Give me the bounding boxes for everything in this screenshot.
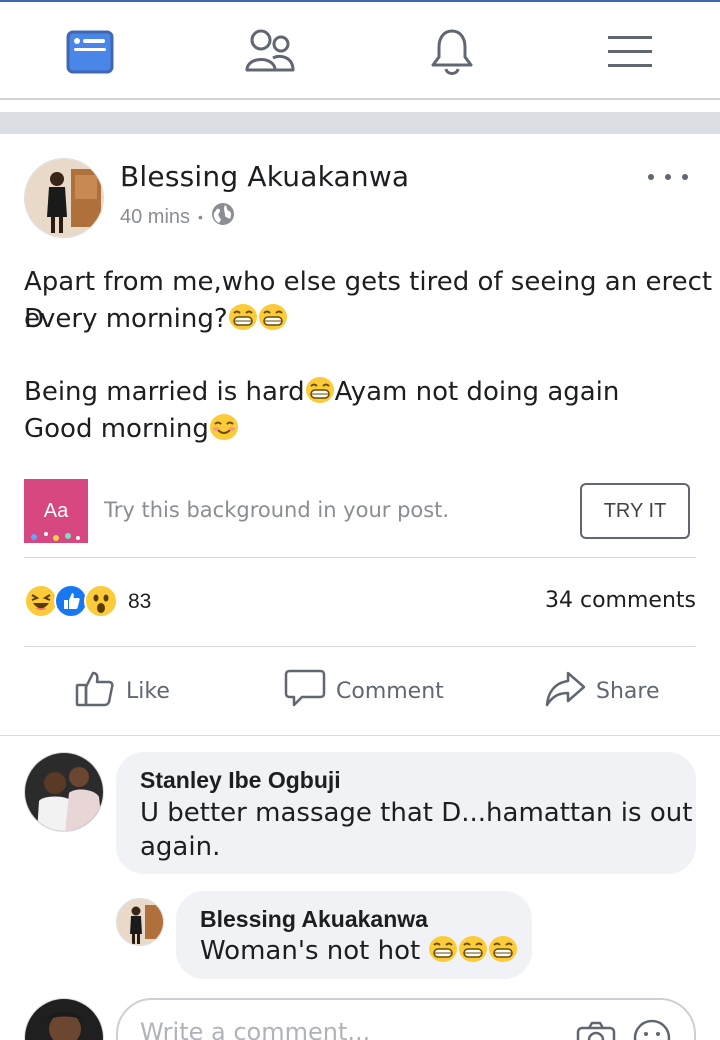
post-meta: 40 mins •: [120, 202, 235, 232]
stats-divider: [24, 646, 696, 647]
globe-icon: [211, 202, 235, 232]
like-button[interactable]: Like: [74, 668, 170, 714]
reply-text-content: Woman's not hot: [200, 936, 429, 966]
comment-text-line-1: U better massage that D...hamattan is ou…: [140, 798, 693, 828]
reaction-count[interactable]: 83: [128, 590, 151, 614]
feed-separator: [0, 112, 720, 134]
commenter-avatar[interactable]: [24, 752, 104, 832]
grinning-emoji-icon: [258, 303, 288, 331]
camera-icon[interactable]: [576, 1020, 616, 1040]
current-user-avatar[interactable]: [24, 998, 104, 1040]
post-timestamp[interactable]: 40 mins: [120, 206, 190, 229]
background-thumbnail[interactable]: Aa: [24, 479, 88, 543]
top-navigation-bar: [0, 2, 720, 100]
share-arrow-icon: [544, 667, 586, 715]
nav-notifications[interactable]: [422, 24, 482, 80]
share-button[interactable]: Share: [544, 668, 660, 714]
like-label: Like: [126, 678, 170, 704]
more-dot-icon: [665, 174, 671, 180]
comments-count-link[interactable]: 34 comments: [545, 588, 696, 613]
post-text-line-2: every morning?: [24, 301, 288, 338]
post-text-line-2-text: every morning?: [24, 304, 228, 334]
laughing-reaction-icon: [24, 584, 58, 618]
post-options-button[interactable]: [648, 168, 688, 186]
actions-divider: [0, 735, 720, 736]
nav-friends[interactable]: [240, 24, 300, 80]
grinning-emoji-icon: [228, 303, 258, 331]
grinning-emoji-icon: [458, 935, 488, 963]
reply-author[interactable]: Blessing Akuakanwa: [200, 906, 428, 933]
comment-text-line-2: again.: [140, 832, 221, 862]
more-dot-icon: [648, 174, 654, 180]
reply-text: Woman's not hot: [200, 934, 518, 968]
post-text-line-3: Being married is hard Ayam not doing agai…: [24, 374, 619, 411]
try-background-button[interactable]: TRY IT: [580, 483, 690, 539]
grinning-emoji-icon: [428, 935, 458, 963]
background-hint: Try this background in your post.: [104, 498, 450, 522]
friends-icon: [244, 28, 296, 76]
post-text-line-3b: Ayam not doing again: [334, 377, 620, 407]
comment-input-placeholder: Write a comment...: [140, 1018, 371, 1040]
meta-separator: •: [198, 209, 203, 225]
thumbs-up-icon: [74, 667, 116, 715]
post-author-name[interactable]: Blessing Akuakanwa: [120, 160, 409, 193]
comment-label: Comment: [336, 678, 444, 704]
reaction-icons[interactable]: [24, 584, 118, 618]
grinning-emoji-icon: [305, 376, 335, 404]
post-text-line-3a: Being married is hard: [24, 377, 305, 407]
grinning-emoji-icon: [488, 935, 518, 963]
share-label: Share: [596, 678, 660, 704]
flower-pattern-icon: [31, 532, 80, 541]
emoji-picker-icon[interactable]: [632, 1018, 672, 1040]
wow-reaction-icon: [84, 584, 118, 618]
background-thumb-label: Aa: [43, 499, 69, 522]
post-author-avatar[interactable]: [24, 158, 104, 238]
like-reaction-icon: [54, 584, 88, 618]
nav-menu[interactable]: [600, 24, 660, 80]
post-text-line-4-text: Good morning: [24, 414, 209, 444]
speech-bubble-icon: [284, 667, 326, 715]
post-divider: [24, 557, 696, 558]
news-feed-icon: [66, 28, 114, 76]
hamburger-menu-icon: [608, 32, 652, 72]
comment-button[interactable]: Comment: [284, 668, 444, 714]
comment-author[interactable]: Stanley Ibe Ogbuji: [140, 767, 341, 794]
reply-author-avatar[interactable]: [116, 898, 164, 946]
smiling-emoji-icon: [209, 413, 239, 441]
post-text-line-4: Good morning: [24, 411, 239, 448]
nav-news-feed[interactable]: [60, 24, 120, 80]
bell-icon: [429, 27, 475, 77]
more-dot-icon: [682, 174, 688, 180]
